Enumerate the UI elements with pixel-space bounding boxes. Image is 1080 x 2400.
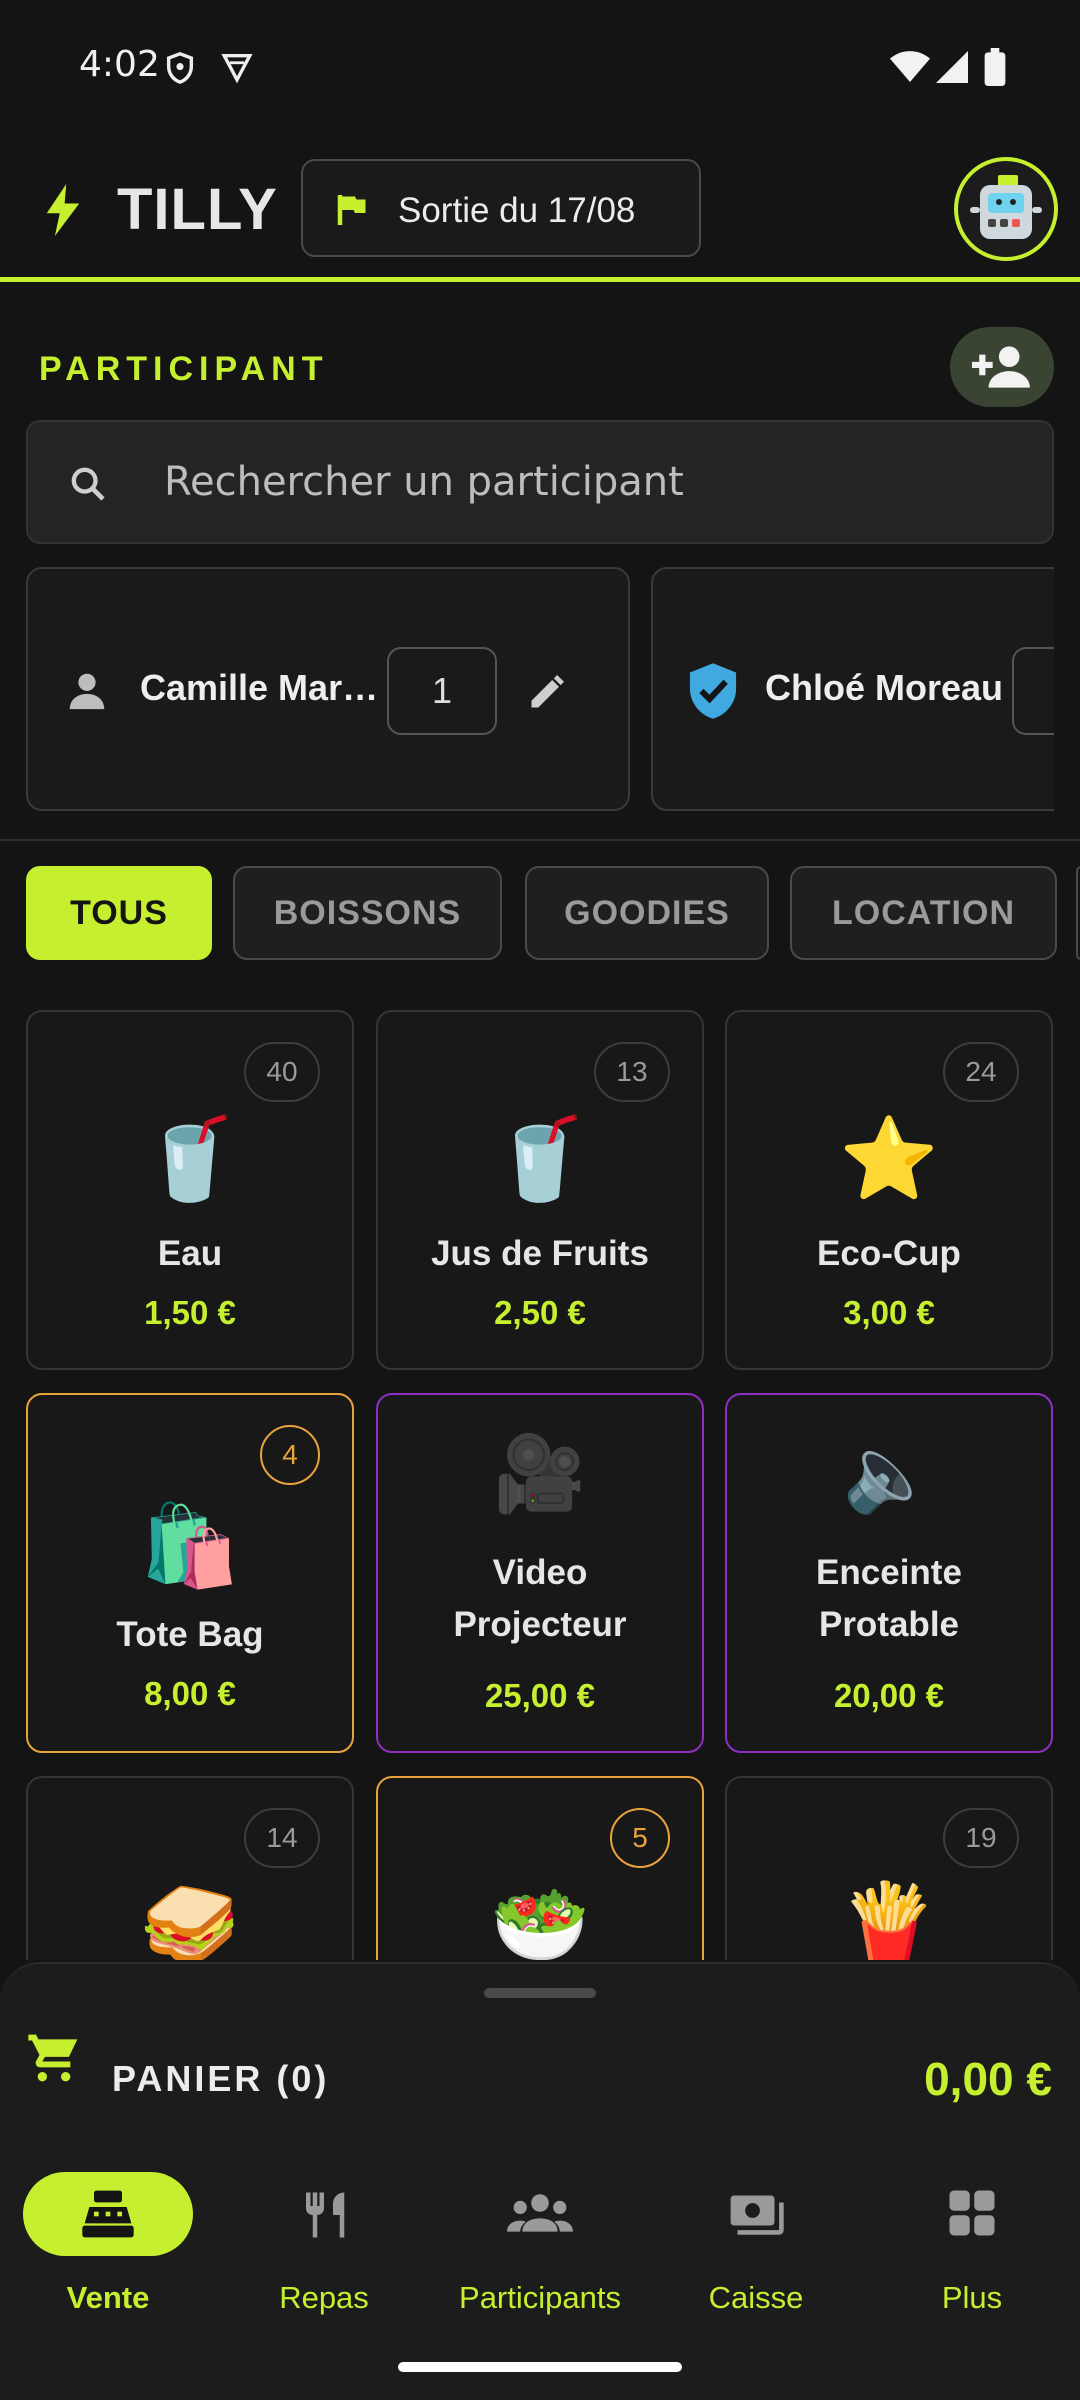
battery-icon bbox=[984, 48, 1006, 86]
participant-section-title: PARTICIPANT bbox=[39, 350, 329, 388]
nav-label: Plus bbox=[941, 2280, 1003, 2315]
product-name: Jus de Fruits bbox=[431, 1234, 649, 1273]
product-card[interactable]: 13 🥤 Jus de Fruits 2,50 € bbox=[376, 1010, 704, 1370]
participant-name: Camille Mar… bbox=[140, 667, 379, 708]
product-price: 3,00 € bbox=[843, 1294, 935, 1331]
product-card[interactable]: 🔈 Enceinte Protable 20,00 € bbox=[725, 1393, 1053, 1753]
tab-location[interactable]: LOCATION bbox=[790, 866, 1057, 960]
star-icon: ⭐ bbox=[839, 1114, 939, 1203]
product-grid: 40 🥤 Eau 1,50 € 13 🥤 Jus de Fruits 2,50 … bbox=[0, 1000, 1080, 1960]
nav-label: Participants bbox=[459, 2280, 621, 2315]
nav-label: Caisse bbox=[708, 2280, 804, 2315]
product-card[interactable]: 5 🥗 bbox=[376, 1776, 704, 1960]
cart-label: PANIER (0) bbox=[112, 2058, 330, 2099]
status-bar: 4:02 bbox=[0, 0, 1080, 136]
cart-total: 0,00 € bbox=[924, 2053, 1052, 2105]
bolt-icon bbox=[46, 184, 80, 236]
product-name-line2: Protable bbox=[818, 1605, 960, 1644]
product-card[interactable]: 40 🥤 Eau 1,50 € bbox=[26, 1010, 354, 1370]
salad-icon: 🥗 bbox=[490, 1880, 590, 1960]
event-selector[interactable]: Sortie du 17/08 bbox=[301, 159, 701, 257]
add-participant-button[interactable] bbox=[950, 327, 1054, 407]
bottom-navigation: Vente Repas Participants Caisse Plus bbox=[0, 2120, 1080, 2400]
tab-boissons[interactable]: BOISSONS bbox=[233, 866, 502, 960]
participant-search-input[interactable] bbox=[164, 454, 1024, 510]
stock-badge: 5 bbox=[610, 1808, 670, 1868]
speaker-icon: 🔈 bbox=[842, 1432, 936, 1515]
status-time: 4:02 bbox=[79, 44, 160, 85]
search-icon bbox=[71, 467, 105, 501]
product-card[interactable]: 19 🍟 bbox=[725, 1776, 1053, 1960]
participant-search-box[interactable] bbox=[26, 420, 1054, 544]
grid-icon bbox=[949, 2190, 995, 2236]
event-label: Sortie du 17/08 bbox=[398, 191, 636, 230]
tab-tous[interactable]: TOUS bbox=[26, 866, 212, 960]
product-card[interactable]: 4 🛍️ Tote Bag 8,00 € bbox=[26, 1393, 354, 1753]
product-price: 20,00 € bbox=[833, 1677, 945, 1714]
stock-badge: 40 bbox=[244, 1042, 320, 1102]
tab-overflow bbox=[1076, 866, 1080, 960]
person-icon bbox=[69, 673, 105, 710]
app-title: TILLY bbox=[117, 177, 278, 242]
nav-label: Vente bbox=[66, 2280, 150, 2315]
product-name-line1: Video bbox=[492, 1553, 588, 1592]
vpn-icon bbox=[221, 53, 253, 84]
person-add-icon bbox=[972, 346, 1030, 388]
home-indicator[interactable] bbox=[398, 2362, 682, 2372]
shield-icon bbox=[166, 52, 194, 84]
signal-icon bbox=[936, 51, 968, 83]
nav-participants[interactable]: Participants bbox=[432, 2172, 648, 2332]
stock-badge: 13 bbox=[594, 1042, 670, 1102]
participant-count[interactable] bbox=[1012, 647, 1054, 735]
nav-repas[interactable]: Repas bbox=[216, 2172, 432, 2332]
stock-badge: 24 bbox=[943, 1042, 1019, 1102]
stock-badge: 19 bbox=[943, 1808, 1019, 1868]
verified-shield-icon bbox=[689, 663, 737, 719]
product-card[interactable]: 14 🥪 bbox=[26, 1776, 354, 1960]
participant-name: Chloé Moreau bbox=[765, 667, 1004, 708]
drag-handle[interactable] bbox=[484, 1988, 596, 1998]
product-name: Eco-Cup bbox=[817, 1234, 961, 1273]
product-price: 8,00 € bbox=[144, 1675, 236, 1712]
product-price: 1,50 € bbox=[144, 1294, 236, 1331]
nav-label: Repas bbox=[279, 2280, 369, 2315]
wifi-icon bbox=[890, 51, 930, 82]
shopping-bags-icon: 🛍️ bbox=[140, 1501, 240, 1590]
drink-cup-icon: 🥤 bbox=[140, 1114, 240, 1203]
robot-icon bbox=[970, 175, 1042, 239]
product-price: 2,50 € bbox=[494, 1294, 586, 1331]
flag-icon bbox=[337, 195, 366, 225]
participant-card[interactable]: Chloé Moreau bbox=[651, 567, 1054, 811]
stock-badge: 14 bbox=[244, 1808, 320, 1868]
edit-icon[interactable] bbox=[526, 669, 570, 713]
nav-plus[interactable]: Plus bbox=[864, 2172, 1080, 2332]
payments-icon bbox=[730, 2195, 784, 2235]
sandwich-icon: 🥪 bbox=[140, 1880, 240, 1960]
movie-camera-icon: 🎥 bbox=[493, 1432, 587, 1515]
stock-badge: 4 bbox=[260, 1425, 320, 1485]
nav-caisse[interactable]: Caisse bbox=[648, 2172, 864, 2332]
app-bar: TILLY Sortie du 17/08 bbox=[0, 136, 1080, 282]
product-name: Tote Bag bbox=[116, 1615, 264, 1654]
fries-icon: 🍟 bbox=[839, 1880, 939, 1960]
group-icon bbox=[507, 2194, 573, 2232]
cash-register-icon bbox=[82, 2190, 134, 2238]
section-divider bbox=[0, 839, 1080, 841]
restaurant-icon bbox=[306, 2192, 345, 2238]
drink-cup-icon: 🥤 bbox=[490, 1114, 590, 1203]
participant-count[interactable]: 1 bbox=[387, 647, 497, 735]
product-name-line2: Projecteur bbox=[453, 1605, 627, 1644]
cart-icon bbox=[28, 2034, 78, 2082]
tab-goodies[interactable]: GOODIES bbox=[525, 866, 769, 960]
participant-card[interactable]: Camille Mar… 1 bbox=[26, 567, 630, 811]
product-name-line1: Enceinte bbox=[816, 1553, 962, 1592]
product-name: Eau bbox=[157, 1234, 223, 1273]
robot-avatar[interactable] bbox=[954, 157, 1058, 261]
product-price: 25,00 € bbox=[484, 1677, 596, 1714]
product-card[interactable]: 24 ⭐ Eco-Cup 3,00 € bbox=[725, 1010, 1053, 1370]
product-card[interactable]: 🎥 Video Projecteur 25,00 € bbox=[376, 1393, 704, 1753]
nav-vente[interactable]: Vente bbox=[0, 2172, 216, 2332]
participant-cards-scroller[interactable]: Camille Mar… 1 Chloé Moreau bbox=[0, 560, 1054, 820]
